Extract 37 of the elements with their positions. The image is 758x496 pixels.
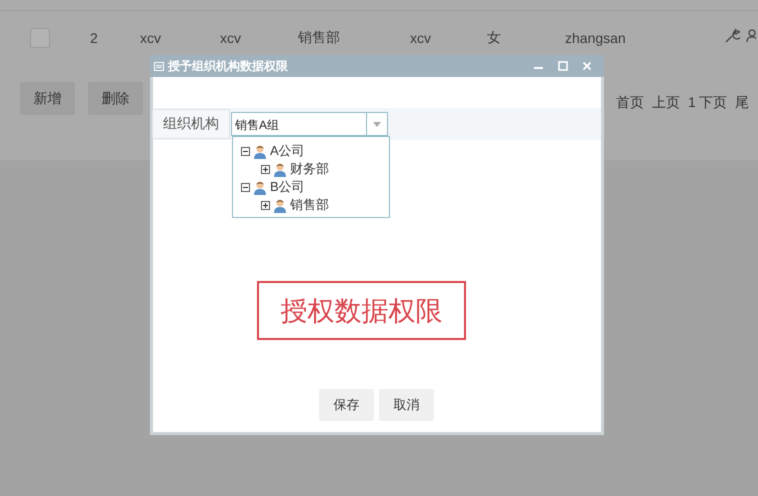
- expand-icon[interactable]: [261, 164, 270, 174]
- tree-item[interactable]: A公司: [270, 142, 305, 160]
- person-icon: [273, 198, 287, 212]
- table-cell: zhangsan: [565, 30, 626, 46]
- annotation-box: 授权数据权限: [257, 281, 466, 340]
- tree-item[interactable]: B公司: [270, 178, 305, 196]
- dropdown-arrow-icon[interactable]: [373, 122, 381, 126]
- row-checkbox[interactable]: [30, 28, 50, 48]
- person-icon: [253, 180, 267, 194]
- org-combobox[interactable]: 销售A组: [231, 112, 388, 136]
- user-icon[interactable]: [746, 28, 756, 44]
- tree-item[interactable]: 销售部: [290, 196, 329, 214]
- table-cell: xcv: [220, 30, 241, 46]
- tree-item[interactable]: 财务部: [290, 160, 329, 178]
- toolbar-button[interactable]: 新增: [20, 82, 75, 115]
- window-icon: [154, 62, 164, 70]
- collapse-icon[interactable]: [241, 182, 250, 192]
- toolbar-button[interactable]: 删除: [88, 82, 143, 115]
- wrench-icon[interactable]: [724, 28, 740, 44]
- table-cell: 2: [90, 30, 98, 46]
- person-icon: [273, 162, 287, 176]
- collapse-icon[interactable]: [241, 146, 250, 156]
- dialog-title: 授予组织机构数据权限: [168, 58, 289, 74]
- pager-link[interactable]: 1: [688, 94, 696, 112]
- table-cell: 女: [487, 29, 501, 45]
- pager-link[interactable]: 上页: [652, 94, 680, 112]
- pager-link[interactable]: 首页: [616, 94, 644, 112]
- person-icon: [253, 144, 267, 158]
- expand-icon[interactable]: [261, 200, 270, 210]
- table-cell: xcv: [140, 30, 161, 46]
- dialog-button[interactable]: 取消: [379, 389, 434, 421]
- pager-link[interactable]: 尾: [734, 94, 749, 112]
- table-cell: 销售部: [298, 29, 340, 45]
- pager-link[interactable]: 下页: [698, 94, 727, 112]
- dialog-button[interactable]: 保存: [319, 389, 374, 421]
- table-cell: xcv: [410, 30, 431, 46]
- filter-label: 组织机构: [152, 109, 230, 139]
